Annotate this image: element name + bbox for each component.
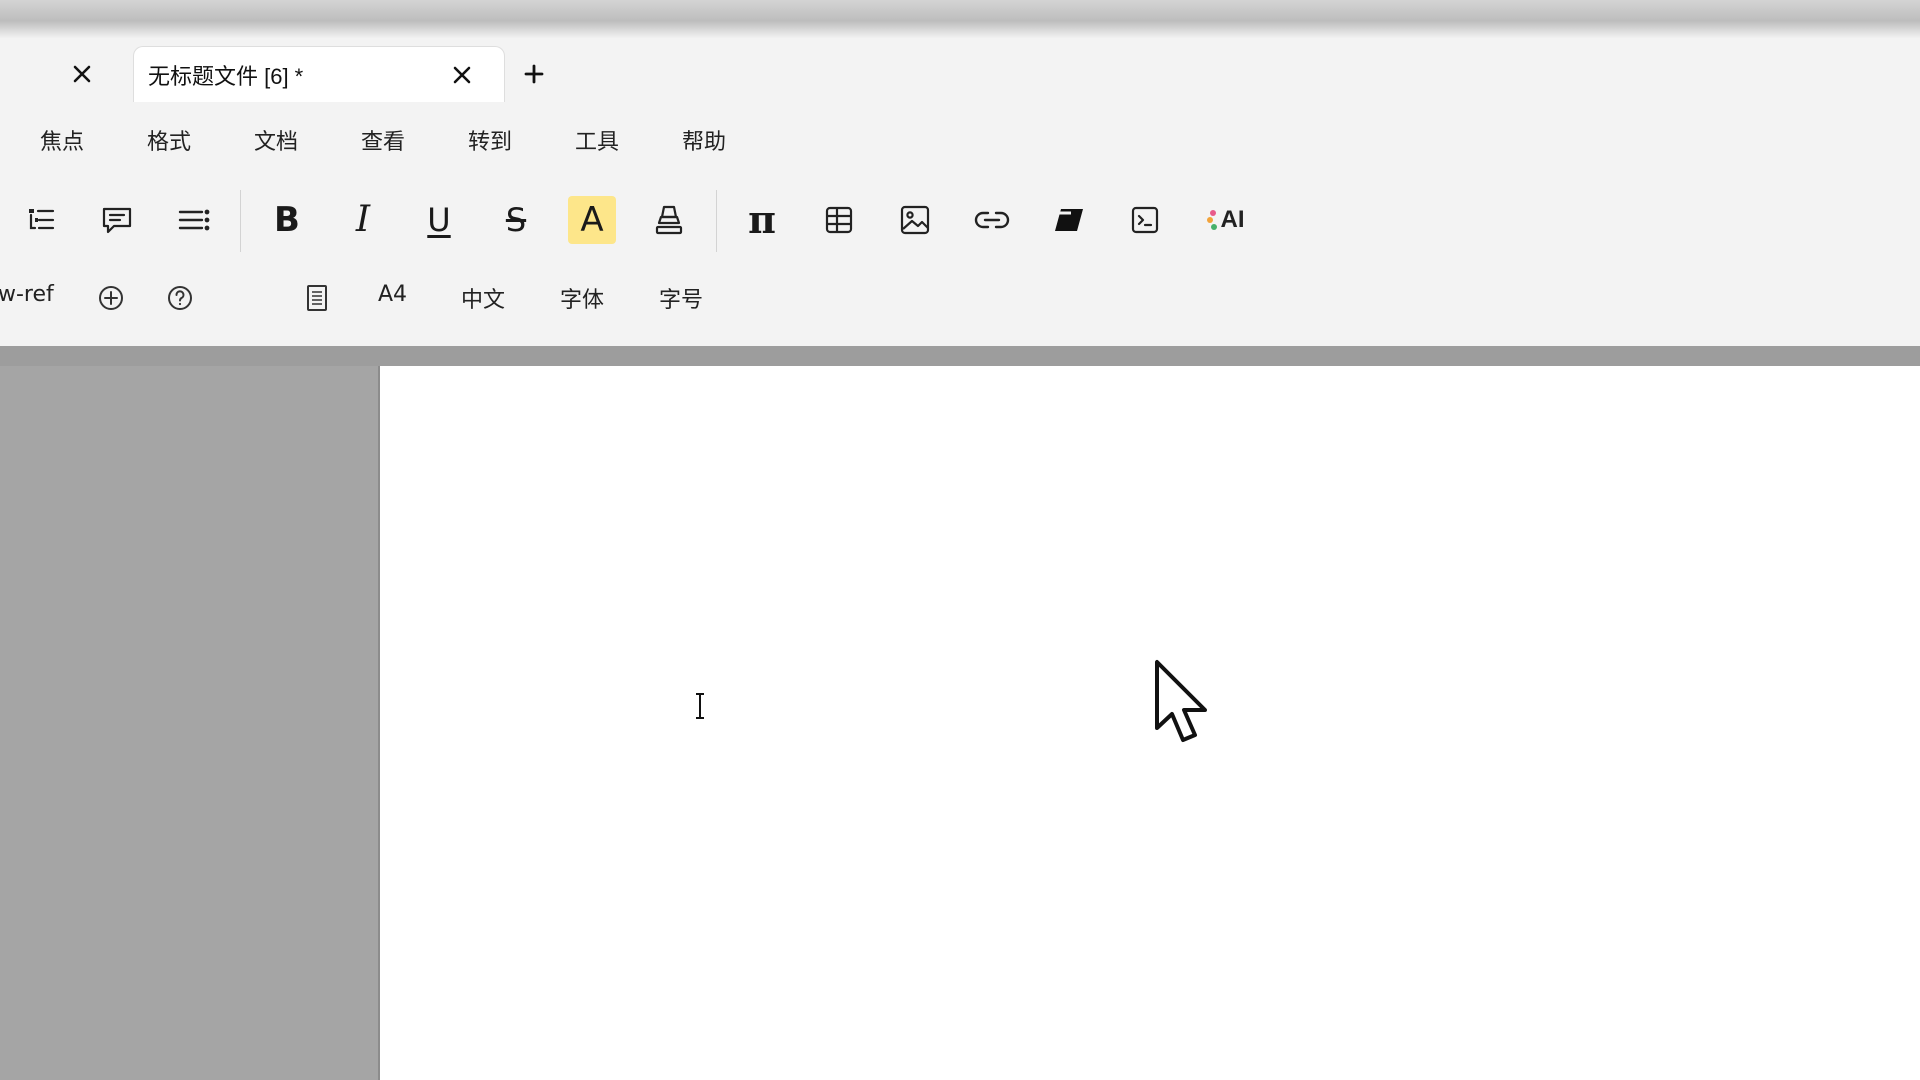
app-chrome: 无标题文件 [6] * 焦点 格式 文档 查看 转到 工具 帮助 B I U S… xyxy=(0,38,1920,346)
italic-icon: I xyxy=(355,199,371,240)
table-icon xyxy=(825,206,853,234)
image-button[interactable] xyxy=(891,196,939,244)
link-icon xyxy=(974,211,1010,229)
new-tab-button[interactable] xyxy=(518,58,550,90)
ai-button[interactable]: AI xyxy=(1197,196,1253,244)
image-icon xyxy=(900,205,930,235)
close-icon xyxy=(453,66,471,84)
language-selector[interactable]: 中文 xyxy=(461,282,505,314)
strikethrough-button[interactable]: S xyxy=(492,196,540,244)
canvas-top-strip xyxy=(0,346,1920,366)
eraser-button[interactable] xyxy=(1045,196,1093,244)
cross-ref-button[interactable]: w-ref xyxy=(0,282,54,307)
page-icon xyxy=(307,285,327,311)
font-color-button[interactable]: A xyxy=(568,196,616,244)
mouse-pointer-icon xyxy=(1155,660,1207,742)
menu-help[interactable]: 帮助 xyxy=(682,124,726,156)
document-status-bar: w-ref A4 中文 字体 字号 xyxy=(0,272,1920,324)
question-circle-icon xyxy=(168,286,192,310)
bold-icon: B xyxy=(274,200,300,240)
ai-label: AI xyxy=(1220,206,1245,233)
outline-button[interactable] xyxy=(17,196,65,244)
italic-button[interactable]: I xyxy=(339,196,387,244)
menu-goto[interactable]: 转到 xyxy=(468,124,512,156)
bold-button[interactable]: B xyxy=(263,196,311,244)
link-button[interactable] xyxy=(968,196,1016,244)
menu-view[interactable]: 查看 xyxy=(361,124,405,156)
document-page[interactable] xyxy=(378,366,1920,1080)
close-icon xyxy=(73,65,91,83)
menu-format[interactable]: 格式 xyxy=(147,124,191,156)
tab-untitled-file[interactable]: 无标题文件 [6] * xyxy=(133,46,505,102)
toolbar-separator xyxy=(716,190,717,252)
format-toolbar: B I U S A π AI xyxy=(0,186,1920,256)
table-button[interactable] xyxy=(815,196,863,244)
page-layout-button[interactable] xyxy=(299,280,335,316)
close-previous-tab-button[interactable] xyxy=(66,58,98,90)
comment-button[interactable] xyxy=(93,196,141,244)
strikethrough-icon: S xyxy=(505,201,527,239)
font-color-icon: A xyxy=(580,200,604,240)
font-size-selector[interactable]: 字号 xyxy=(659,282,703,314)
page-size-selector[interactable]: A4 xyxy=(378,282,407,307)
eraser-icon xyxy=(1055,209,1083,231)
plus-circle-icon xyxy=(99,286,123,310)
highlight-button[interactable] xyxy=(645,196,693,244)
toolbar-separator xyxy=(240,190,241,252)
add-button[interactable] xyxy=(93,280,129,316)
text-cursor-icon xyxy=(696,693,704,719)
menu-document[interactable]: 文档 xyxy=(254,124,298,156)
code-block-button[interactable] xyxy=(1121,196,1169,244)
terminal-icon xyxy=(1131,206,1159,234)
highlighter-icon xyxy=(655,205,683,235)
comment-icon xyxy=(102,207,132,234)
close-tab-button[interactable] xyxy=(446,59,478,91)
lines-menu-icon xyxy=(178,209,210,231)
ai-sparkle-icon xyxy=(1206,210,1217,230)
window-top-edge xyxy=(0,0,1920,38)
menu-tools[interactable]: 工具 xyxy=(575,124,619,156)
font-family-selector[interactable]: 字体 xyxy=(560,282,604,314)
outline-icon xyxy=(29,209,55,230)
paragraph-menu-button[interactable] xyxy=(170,196,218,244)
math-button[interactable]: π xyxy=(738,196,786,244)
menu-bar: 焦点 格式 文档 查看 转到 工具 帮助 xyxy=(0,118,1920,164)
underline-button[interactable]: U xyxy=(415,196,463,244)
help-button[interactable] xyxy=(162,280,198,316)
pi-icon: π xyxy=(748,197,776,242)
menu-focus[interactable]: 焦点 xyxy=(40,124,84,156)
tab-bar: 无标题文件 [6] * xyxy=(0,38,1920,102)
tab-title: 无标题文件 [6] * xyxy=(148,64,304,89)
underline-icon: U xyxy=(427,201,451,239)
plus-icon xyxy=(524,64,544,84)
